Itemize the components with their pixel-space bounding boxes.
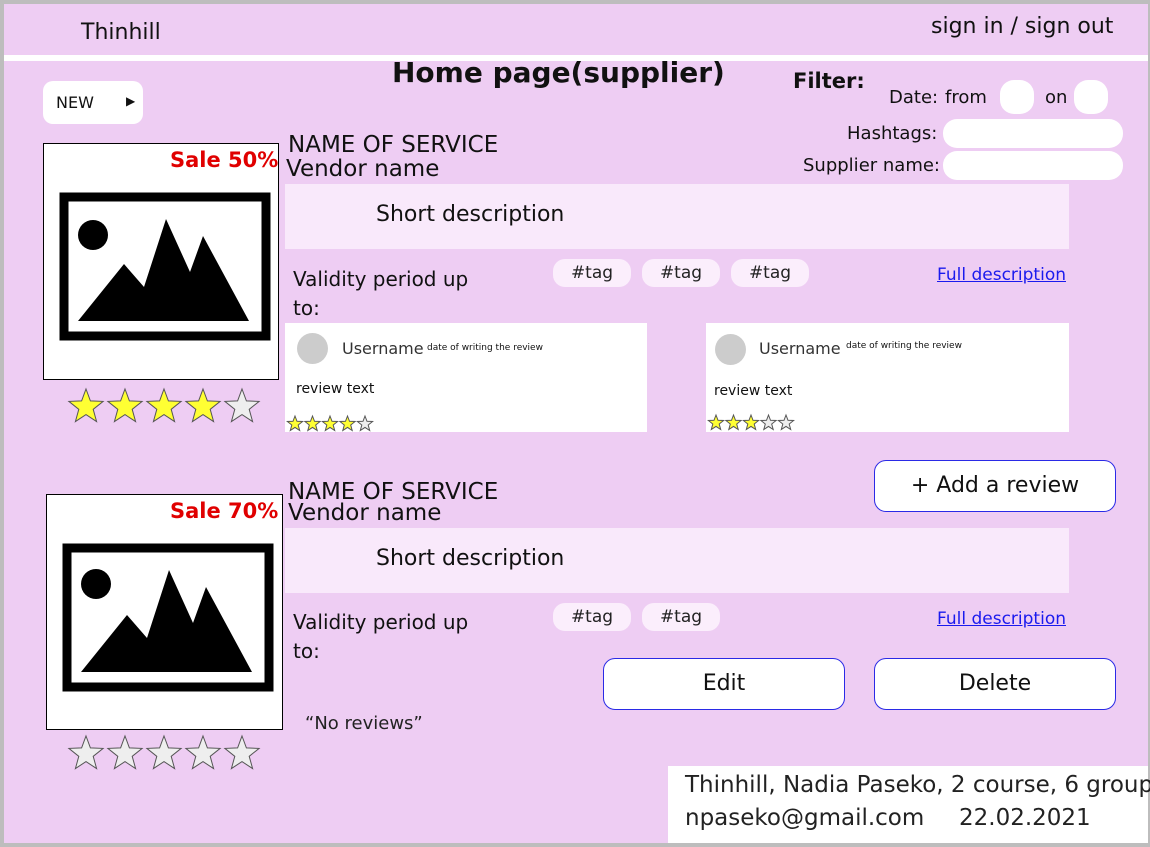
filter-date-label: Date: bbox=[889, 87, 939, 108]
full-description-link[interactable]: Full description bbox=[937, 265, 1066, 285]
review-card: Username date of writing the review revi… bbox=[706, 323, 1069, 432]
filter-supplier-label: Supplier name: bbox=[803, 155, 940, 176]
review-date: date of writing the review bbox=[427, 343, 543, 353]
validity-label-cont: to: bbox=[293, 639, 320, 663]
star-empty-icon bbox=[777, 413, 795, 431]
avatar bbox=[297, 333, 328, 364]
footer-credits: Thinhill, Nadia Paseko, 2 course, 6 grou… bbox=[685, 772, 1150, 798]
filter-date-on-input[interactable] bbox=[1074, 80, 1108, 114]
star-empty-icon bbox=[356, 414, 374, 432]
star-empty-icon bbox=[67, 734, 105, 770]
tag-chip[interactable]: #tag bbox=[642, 259, 720, 287]
validity-label-cont: to: bbox=[293, 296, 320, 320]
sale-badge: Sale 50% bbox=[170, 148, 279, 172]
review-date: date of writing the review bbox=[846, 341, 962, 351]
new-button-label: NEW bbox=[56, 93, 94, 112]
image-placeholder-icon bbox=[62, 543, 274, 692]
star-empty-icon bbox=[223, 734, 261, 770]
service-rating-stars bbox=[67, 387, 261, 423]
filter-on-label: on bbox=[1045, 87, 1068, 108]
filter-from-label: from bbox=[945, 87, 987, 108]
short-description-box: Short description bbox=[285, 528, 1069, 593]
review-rating-stars bbox=[707, 413, 795, 431]
short-description: Short description bbox=[376, 202, 565, 227]
star-filled-icon bbox=[184, 387, 222, 423]
review-card: Username date of writing the review revi… bbox=[285, 323, 647, 432]
star-empty-icon bbox=[223, 387, 261, 423]
filter-title: Filter: bbox=[793, 69, 865, 93]
vendor-name: Vendor name bbox=[288, 500, 442, 526]
vendor-name: Vendor name bbox=[286, 156, 440, 182]
star-filled-icon bbox=[286, 414, 304, 432]
star-filled-icon bbox=[145, 387, 183, 423]
short-description-box: Short description bbox=[285, 184, 1069, 249]
full-description-link[interactable]: Full description bbox=[937, 609, 1066, 629]
service-image-placeholder bbox=[46, 494, 283, 730]
review-text: review text bbox=[714, 383, 793, 399]
star-empty-icon bbox=[106, 734, 144, 770]
service-name: NAME OF SERVICE bbox=[288, 132, 499, 158]
logo-text: Thinhill bbox=[81, 20, 161, 45]
footer: Thinhill, Nadia Paseko, 2 course, 6 grou… bbox=[668, 766, 1150, 843]
star-filled-icon bbox=[724, 413, 743, 431]
star-filled-icon bbox=[106, 387, 144, 423]
star-empty-icon bbox=[145, 734, 183, 770]
validity-label: Validity period up bbox=[293, 267, 469, 291]
service-image-placeholder bbox=[43, 143, 279, 380]
footer-email: npaseko@gmail.com bbox=[685, 805, 925, 831]
filter-date-from-input[interactable] bbox=[1000, 80, 1034, 114]
new-button[interactable]: NEW ▶ bbox=[43, 81, 143, 124]
star-empty-icon bbox=[184, 734, 222, 770]
star-filled-icon bbox=[67, 387, 105, 423]
star-empty-icon bbox=[759, 413, 778, 431]
review-text: review text bbox=[296, 381, 375, 397]
no-reviews-text: “No reviews” bbox=[305, 713, 423, 734]
tag-chip[interactable]: #tag bbox=[553, 603, 631, 631]
play-arrow-icon: ▶ bbox=[126, 94, 136, 108]
tag-chip[interactable]: #tag bbox=[553, 259, 631, 287]
footer-date: 22.02.2021 bbox=[959, 805, 1091, 831]
review-rating-stars bbox=[286, 414, 374, 432]
avatar bbox=[715, 334, 746, 365]
service-rating-stars bbox=[67, 734, 261, 770]
validity-label: Validity period up bbox=[293, 610, 469, 634]
review-username: Username bbox=[342, 339, 424, 358]
star-filled-icon bbox=[321, 414, 339, 432]
tag-chip[interactable]: #tag bbox=[731, 259, 809, 287]
tag-chip[interactable]: #tag bbox=[642, 603, 720, 631]
star-filled-icon bbox=[303, 414, 322, 432]
edit-button[interactable]: Edit bbox=[603, 658, 845, 710]
star-filled-icon bbox=[742, 413, 760, 431]
filter-hashtags-label: Hashtags: bbox=[847, 123, 938, 144]
short-description: Short description bbox=[376, 546, 565, 571]
review-username: Username bbox=[759, 339, 841, 358]
app-window: Thinhill sign in / sign out Home page(su… bbox=[4, 4, 1150, 843]
sign-in-out-link[interactable]: sign in / sign out bbox=[931, 14, 1113, 39]
star-filled-icon bbox=[707, 413, 725, 431]
add-review-button[interactable]: + Add a review bbox=[874, 460, 1116, 512]
filter-supplier-input[interactable] bbox=[943, 151, 1123, 180]
page-title: Home page(supplier) bbox=[392, 56, 725, 89]
star-filled-icon bbox=[338, 414, 357, 432]
delete-button[interactable]: Delete bbox=[874, 658, 1116, 710]
sale-badge: Sale 70% bbox=[170, 499, 279, 523]
filter-hashtags-input[interactable] bbox=[943, 119, 1123, 148]
image-placeholder-icon bbox=[59, 192, 271, 341]
